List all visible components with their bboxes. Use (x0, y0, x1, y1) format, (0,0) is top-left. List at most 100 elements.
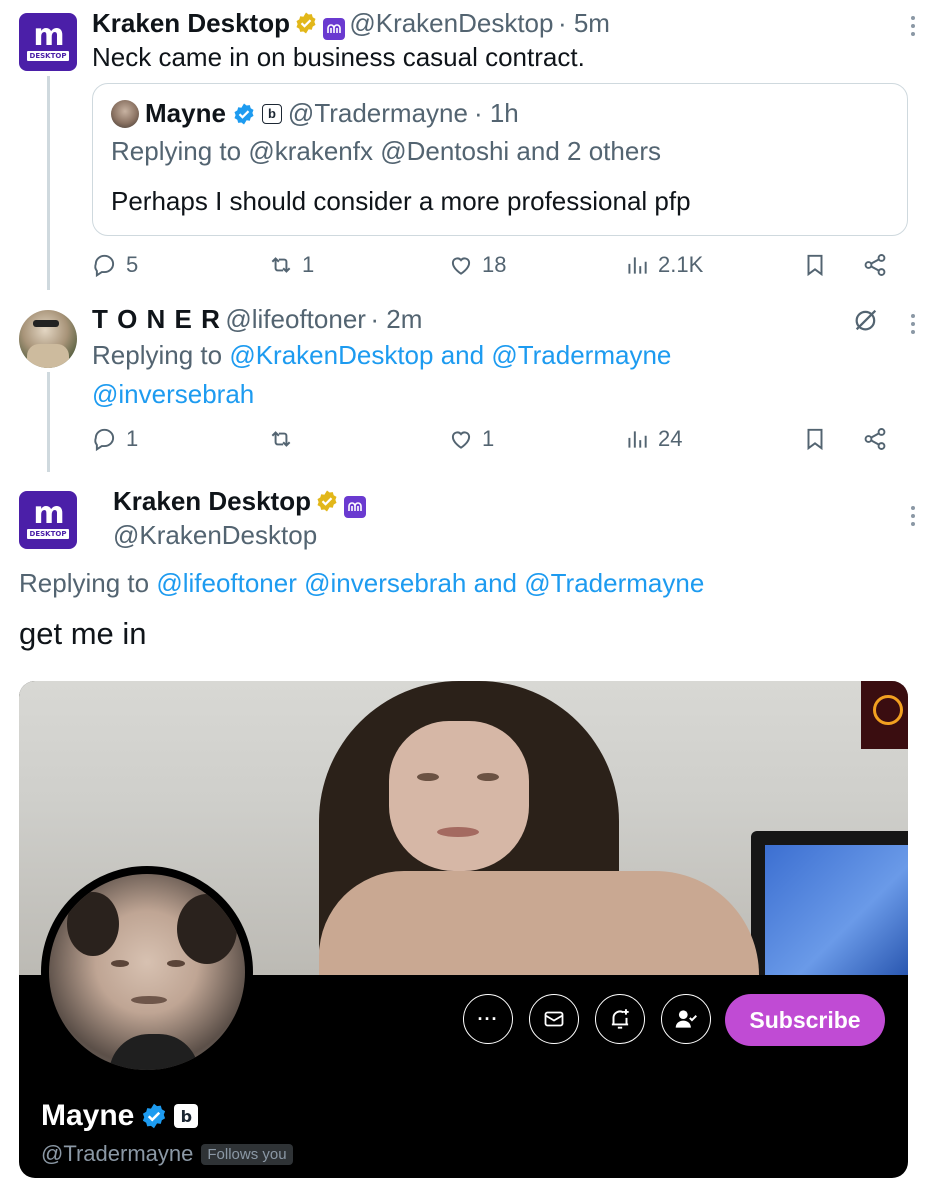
mention-link[interactable]: @KrakenDesktop (229, 340, 433, 370)
person-face-shape (389, 721, 529, 871)
verified-blue-badge-icon (143, 1103, 166, 1129)
affiliate-b-badge-icon: b (261, 103, 282, 124)
heart-icon (451, 257, 471, 275)
envelope-icon (544, 1011, 564, 1027)
grok-icon[interactable] (852, 306, 880, 334)
replying-and: and (473, 568, 517, 598)
mention-link[interactable]: @lifeoftoner (156, 568, 297, 598)
repost-icon (271, 431, 291, 447)
share-icon (864, 254, 886, 276)
author-name[interactable]: T O N E R (92, 304, 221, 334)
quote-author-name[interactable]: Mayne (145, 98, 226, 129)
kraken-desktop-avatar[interactable]: m DESKTOP (19, 13, 77, 71)
profile-more-button[interactable]: ··· (463, 994, 513, 1044)
quoted-tweet[interactable]: Mayne b @Tradermayne · 1h Replying to @k… (92, 83, 908, 236)
message-button[interactable] (529, 994, 579, 1044)
repost-button[interactable]: 1 (268, 252, 314, 278)
profile-card-image[interactable]: ··· Subscribe Mayne b @Tradermayne Follo… (19, 681, 908, 1178)
quote-replying-line: Replying to @krakenfx @Dentoshi and 2 ot… (111, 136, 661, 167)
bookmark-icon (807, 428, 823, 451)
mention-link[interactable]: @Tradermayne (524, 568, 704, 598)
kraken-affiliate-badge-icon (343, 496, 366, 518)
kraken-desktop-avatar[interactable]: m DESKTOP (19, 491, 77, 549)
more-dots-icon[interactable] (910, 506, 916, 526)
share-icon (864, 428, 886, 450)
views-icon (628, 257, 647, 274)
quote-header: Mayne b @Tradermayne · 1h (111, 98, 519, 129)
following-button[interactable] (661, 994, 711, 1044)
thread-line (47, 76, 50, 290)
person-check-icon (675, 1010, 697, 1028)
author-name[interactable]: Kraken Desktop (113, 486, 311, 516)
like-count: 18 (482, 252, 507, 277)
repost-count: 1 (302, 252, 315, 277)
quote-text: Perhaps I should consider a more profess… (111, 186, 691, 216)
affiliate-b-badge-icon: b (174, 1104, 199, 1128)
avatar-logo-text: m (33, 18, 64, 53)
mention-link[interactable]: @inversebrah (304, 568, 466, 598)
reply-button[interactable]: 5 (92, 252, 138, 278)
profile-avatar[interactable] (41, 866, 253, 1078)
replying-targets: @krakenfx @Dentoshi and 2 others (248, 136, 661, 166)
bookmark-button[interactable] (802, 252, 828, 278)
bookmark-icon (807, 254, 823, 277)
tweet-text: Neck came in on business casual contract… (92, 42, 585, 72)
reply-icon (94, 428, 115, 452)
quote-time: · 1h (473, 98, 519, 128)
quote-author-handle[interactable]: @Tradermayne (288, 98, 468, 129)
like-count: 1 (482, 426, 495, 451)
verified-gold-badge-icon (317, 490, 337, 512)
kraken-affiliate-badge-icon (322, 18, 345, 40)
mention-link[interactable]: @inversebrah (92, 377, 254, 411)
avatar-logo-text: m (33, 496, 64, 531)
views-button[interactable]: 24 (624, 426, 682, 452)
toner-avatar[interactable] (19, 310, 77, 368)
reply-count: 5 (126, 252, 139, 277)
views-icon (628, 431, 647, 448)
more-dots-icon[interactable] (910, 314, 916, 334)
view-count: 2.1K (658, 252, 704, 277)
like-button[interactable]: 18 (448, 252, 506, 278)
replying-prefix: Replying to (19, 568, 150, 598)
repost-button[interactable] (268, 426, 302, 452)
more-dots-icon[interactable] (910, 16, 916, 36)
verified-blue-badge-icon (234, 103, 254, 124)
profile-name-row: Mayne b (41, 1099, 199, 1133)
monitor-shape (751, 831, 908, 975)
like-button[interactable]: 1 (448, 426, 494, 452)
author-handle[interactable]: @KrakenDesktop (349, 8, 553, 38)
view-count: 24 (658, 426, 683, 451)
tweet-time[interactable]: · 5m (558, 8, 610, 38)
tweet2-header: T O N E R @lifeoftoner · 2m (92, 302, 422, 341)
author-handle[interactable]: @KrakenDesktop (113, 518, 317, 552)
reply-count: 1 (126, 426, 139, 451)
subscribe-button[interactable]: Subscribe (725, 994, 885, 1046)
follows-you-badge: Follows you (201, 1143, 293, 1165)
neon-sign-shape (861, 681, 908, 749)
author-name[interactable]: Kraken Desktop (92, 8, 290, 38)
bookmark-button[interactable] (802, 426, 828, 452)
avatar-tag: DESKTOP (26, 529, 70, 539)
verified-gold-badge-icon (296, 12, 316, 34)
share-button[interactable] (862, 252, 888, 278)
replying-line: Replying to @KrakenDesktop and @Traderma… (92, 338, 671, 372)
views-button[interactable]: 2.1K (624, 252, 703, 278)
notifications-button[interactable] (595, 994, 645, 1044)
quote-avatar[interactable] (111, 99, 139, 128)
mention-link[interactable]: @Tradermayne (491, 340, 671, 370)
replying-and: and (440, 340, 485, 370)
tweet-text: get me in (19, 616, 147, 651)
replying-prefix: Replying to (111, 136, 242, 166)
more-dots-icon: ··· (477, 1008, 499, 1029)
profile-handle: @Tradermayne (41, 1141, 194, 1166)
reply-icon (94, 254, 115, 278)
reply-button[interactable]: 1 (92, 426, 138, 452)
tweet-time[interactable]: · 2m (370, 304, 422, 334)
replying-line: Replying to @lifeoftoner @inversebrah an… (19, 566, 704, 600)
author-handle[interactable]: @lifeoftoner (225, 304, 366, 334)
share-button[interactable] (862, 426, 888, 452)
thread-line (47, 372, 50, 472)
avatar-tag: DESKTOP (26, 51, 70, 61)
profile-name: Mayne (41, 1099, 135, 1132)
replying-prefix: Replying to (92, 340, 223, 370)
